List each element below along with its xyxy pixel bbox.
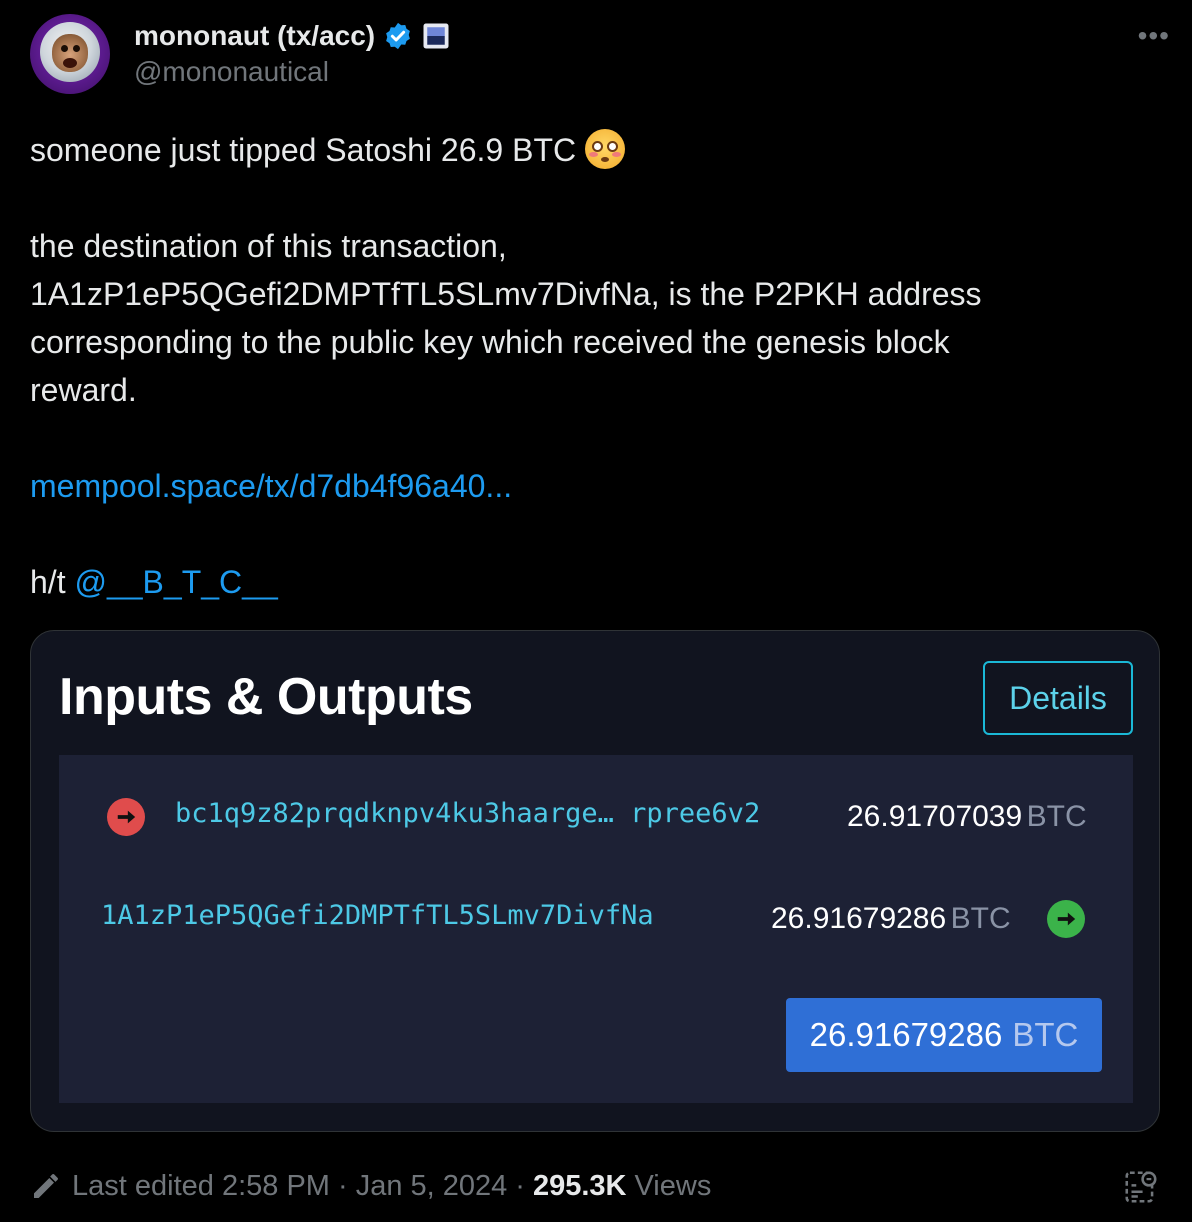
verified-badge-icon[interactable] (383, 21, 413, 51)
views-label: Views (634, 1169, 712, 1202)
mempool-link[interactable]: mempool.space/tx/d7db4f96a40... (30, 468, 512, 504)
input-unit: BTC (1026, 800, 1087, 833)
tweet-line: 1A1zP1eP5QGefi2DMPTfTL5SLmv7DivfNa, is t… (30, 276, 982, 312)
tweet-line: the destination of this transaction, (30, 228, 507, 264)
more-icon[interactable]: ••• (1138, 20, 1170, 52)
transaction-card[interactable]: Inputs & Outputs Details bc1q9z82prqdknp… (30, 630, 1160, 1132)
hat-tip-label: h/t (30, 564, 66, 600)
edited-timestamp[interactable]: Last edited 2:58 PM · Jan 5, 2024 (72, 1170, 507, 1203)
tweet-footer: Last edited 2:58 PM · Jan 5, 2024 · 295.… (30, 1164, 1160, 1208)
input-row: bc1q9z82prqdknpv4ku3haarge… rpree6v2 26.… (107, 792, 1107, 842)
total-amount: 26.91679286 (809, 1016, 1003, 1053)
name-row: mononaut (tx/acc) (134, 16, 451, 56)
flushed-face-emoji (584, 129, 625, 169)
analytics-icon[interactable] (1122, 1168, 1160, 1206)
eye-shape (73, 45, 80, 52)
card-title: Inputs & Outputs (59, 668, 473, 726)
input-amount-group: 26.91707039 BTC (847, 800, 1087, 834)
tweet-header: mononaut (tx/acc) @mononautical ••• (30, 14, 1170, 96)
output-address[interactable]: 1A1zP1eP5QGefi2DMPTfTL5SLmv7DivfNa (101, 900, 654, 931)
io-panel: bc1q9z82prqdknpv4ku3haarge… rpree6v2 26.… (59, 755, 1133, 1103)
display-name[interactable]: mononaut (tx/acc) (134, 20, 375, 52)
tweet-line-text: someone just tipped Satoshi 26.9 BTC (30, 132, 577, 168)
output-arrow-icon[interactable] (1047, 900, 1085, 938)
total-amount-badge: 26.91679286 BTC (786, 998, 1102, 1072)
tweet-line: someone just tipped Satoshi 26.9 BTC (30, 126, 1150, 174)
output-amount-group: 26.91679286 BTC (771, 902, 1011, 936)
tweet-line: reward. (30, 372, 137, 408)
pencil-icon (34, 1174, 58, 1198)
mouth-shape (63, 58, 77, 68)
mention-link[interactable]: @__B_T_C__ (74, 564, 277, 600)
avatar[interactable] (30, 14, 110, 94)
separator: · (515, 1169, 525, 1202)
affiliate-badge-icon[interactable] (421, 21, 451, 51)
input-amount: 26.91707039 (847, 800, 1023, 833)
details-button[interactable]: Details (983, 661, 1133, 735)
total-unit: BTC (1012, 1016, 1079, 1053)
input-address[interactable]: bc1q9z82prqdknpv4ku3haarge… rpree6v2 (175, 798, 760, 829)
views-count: 295.3K (532, 1169, 627, 1202)
handle[interactable]: @mononautical (134, 56, 329, 88)
output-row: 1A1zP1eP5QGefi2DMPTfTL5SLmv7DivfNa 26.91… (101, 894, 1101, 944)
tweet-line: corresponding to the public key which re… (30, 324, 950, 360)
output-unit: BTC (950, 902, 1011, 935)
eye-shape (61, 45, 68, 52)
output-amount: 26.91679286 (771, 902, 947, 935)
tweet-text: someone just tipped Satoshi 26.9 BTC the… (30, 126, 1150, 606)
input-arrow-icon[interactable] (107, 798, 145, 836)
